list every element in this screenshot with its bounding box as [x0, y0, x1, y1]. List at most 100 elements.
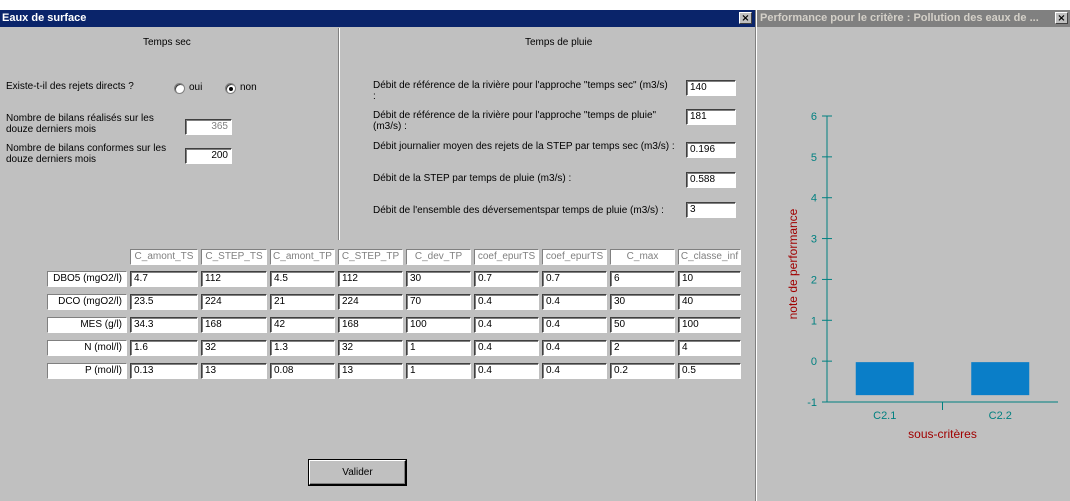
table-cell[interactable]: 42: [270, 317, 335, 333]
table-cell[interactable]: 0.13: [130, 363, 198, 379]
table-cell[interactable]: 70: [406, 294, 471, 310]
y-axis-label: note de performance: [786, 208, 800, 319]
table-cell[interactable]: 40: [678, 294, 741, 310]
col-header: coef_epurTS: [542, 249, 607, 265]
y-tick-label: 5: [811, 152, 817, 164]
table-cell[interactable]: 0.4: [474, 294, 539, 310]
col-header: coef_epurTS: [474, 249, 539, 265]
table-cell[interactable]: 0.7: [542, 271, 607, 287]
step-dry-flow-field[interactable]: 0.196: [686, 142, 736, 158]
table-cell[interactable]: 6: [610, 271, 675, 287]
table-cell[interactable]: 1: [406, 363, 471, 379]
surface-water-window: Eaux de surface × Temps sec Existe-t-il …: [0, 10, 755, 501]
table-cell[interactable]: 0.5: [678, 363, 741, 379]
wet-field-label-5: Débit de l'ensemble des déversementspar …: [373, 205, 664, 216]
table-cell[interactable]: 1: [406, 340, 471, 356]
table-cell[interactable]: 30: [610, 294, 675, 310]
compliant-count-field[interactable]: 200: [185, 148, 232, 164]
wet-weather-header: Temps de pluie: [525, 37, 593, 48]
close-icon[interactable]: ×: [1055, 12, 1068, 24]
table-cell[interactable]: 1.3: [270, 340, 335, 356]
col-header: C_STEP_TS: [201, 249, 267, 265]
wet-field-label-2: Débit de référence de la rivière pour l'…: [373, 110, 657, 132]
table-cell[interactable]: 224: [338, 294, 403, 310]
table-cell[interactable]: 168: [338, 317, 403, 333]
table-cell[interactable]: 32: [338, 340, 403, 356]
row-label-mes: MES (g/l): [47, 317, 127, 333]
table-cell[interactable]: 112: [338, 271, 403, 287]
table-cell[interactable]: 0.4: [542, 294, 607, 310]
y-tick-label: 2: [811, 274, 817, 286]
y-tick-label: 4: [811, 193, 817, 205]
table-cell[interactable]: 0.4: [542, 363, 607, 379]
table-cell[interactable]: 0.4: [542, 340, 607, 356]
table-cell[interactable]: 4.5: [270, 271, 335, 287]
table-cell[interactable]: 13: [201, 363, 267, 379]
y-tick-label: 3: [811, 234, 817, 246]
table-cell[interactable]: 32: [201, 340, 267, 356]
x-tick-label: C2.2: [989, 410, 1012, 422]
y-tick-label: -1: [807, 397, 817, 409]
table-cell[interactable]: 50: [610, 317, 675, 333]
section-divider: [338, 28, 340, 240]
table-cell[interactable]: 0.4: [474, 340, 539, 356]
col-header: C_STEP_TP: [338, 249, 403, 265]
table-cell[interactable]: 21: [270, 294, 335, 310]
y-tick-label: 0: [811, 356, 817, 368]
table-cell[interactable]: 13: [338, 363, 403, 379]
performance-window-title: Performance pour le critère : Pollution …: [760, 12, 1039, 24]
table-cell[interactable]: 224: [201, 294, 267, 310]
row-label-dbo5: DBO5 (mgO2/l): [47, 271, 127, 287]
performance-titlebar[interactable]: Performance pour le critère : Pollution …: [757, 10, 1070, 27]
table-cell[interactable]: 30: [406, 271, 471, 287]
table-cell[interactable]: 112: [201, 271, 267, 287]
table-cell[interactable]: 0.7: [474, 271, 539, 287]
performance-chart: -1 0 1 2 3 4 5 6 C2.1 C2.2 sous-critères note de pe…: [786, 111, 1058, 441]
reports-count-label: Nombre de bilans réalisés sur les douze …: [6, 113, 154, 135]
table-cell[interactable]: 168: [201, 317, 267, 333]
table-cell[interactable]: 34.3: [130, 317, 198, 333]
row-label-dco: DCO (mgO2/l): [47, 294, 127, 310]
table-cell[interactable]: 100: [678, 317, 741, 333]
dry-ref-flow-field[interactable]: 140: [686, 80, 736, 96]
bar: [971, 362, 1030, 396]
step-wet-flow-field[interactable]: 0.588: [686, 172, 736, 188]
y-tick-label: 6: [811, 111, 817, 123]
table-cell[interactable]: 0.4: [542, 317, 607, 333]
table-cell[interactable]: 0.2: [610, 363, 675, 379]
col-header: C_classe_inf: [678, 249, 741, 265]
radio-non[interactable]: [225, 83, 236, 94]
radio-oui[interactable]: [174, 83, 185, 94]
validate-button[interactable]: Valider: [308, 459, 407, 486]
table-cell[interactable]: 4.7: [130, 271, 198, 287]
y-tick-label: 1: [811, 315, 817, 327]
table-cell[interactable]: 1.6: [130, 340, 198, 356]
radio-non-label[interactable]: non: [240, 82, 257, 93]
wet-field-label-4: Débit de la STEP par temps de pluie (m3/…: [373, 173, 572, 184]
table-cell[interactable]: 0.08: [270, 363, 335, 379]
overflow-flow-field[interactable]: 3: [686, 202, 736, 218]
col-header: C_max: [610, 249, 675, 265]
bar: [855, 362, 914, 396]
table-cell[interactable]: 4: [678, 340, 741, 356]
window-title: Eaux de surface: [2, 12, 87, 24]
radio-oui-label[interactable]: oui: [189, 82, 202, 93]
table-cell[interactable]: 10: [678, 271, 741, 287]
close-icon[interactable]: ×: [739, 12, 752, 24]
table-cell[interactable]: 100: [406, 317, 471, 333]
table-cell[interactable]: 23.5: [130, 294, 198, 310]
x-tick-label: C2.1: [873, 410, 896, 422]
table-cell[interactable]: 0.4: [474, 317, 539, 333]
compliant-count-label: Nombre de bilans conformes sur les douze…: [6, 143, 167, 165]
surface-water-titlebar[interactable]: Eaux de surface: [0, 10, 755, 27]
col-header: C_amont_TS: [130, 249, 198, 265]
table-cell[interactable]: 2: [610, 340, 675, 356]
row-label-n: N (mol/l): [47, 340, 127, 356]
row-label-p: P (mol/l): [47, 363, 127, 379]
table-cell[interactable]: 0.4: [474, 363, 539, 379]
dry-weather-header: Temps sec: [143, 37, 191, 48]
col-header: C_amont_TP: [270, 249, 335, 265]
reports-count-field[interactable]: 365: [185, 119, 232, 135]
wet-ref-flow-field[interactable]: 181: [686, 109, 736, 125]
x-axis-label: sous-critères: [908, 427, 977, 441]
